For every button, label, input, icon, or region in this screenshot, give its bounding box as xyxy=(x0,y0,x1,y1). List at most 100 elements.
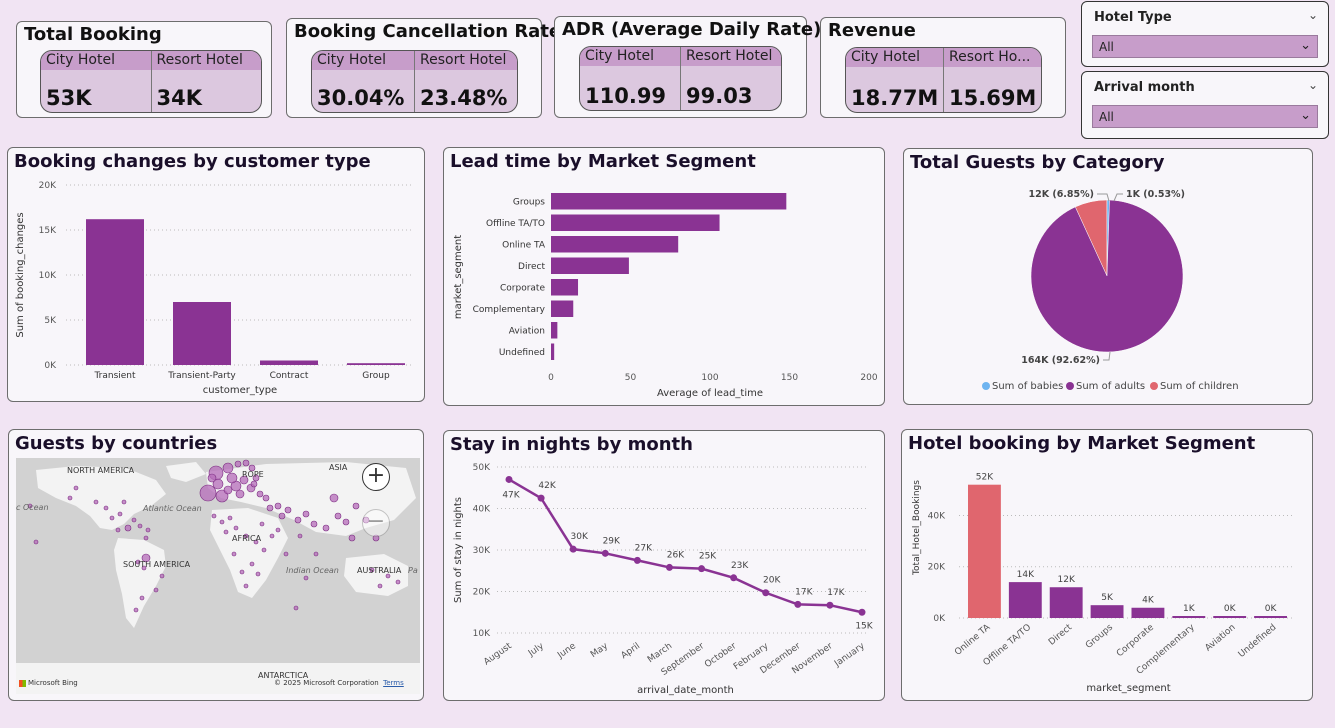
chevron-down-icon[interactable]: ⌄ xyxy=(1308,78,1318,92)
data-label: 29K xyxy=(603,536,621,546)
terms-link[interactable]: Terms xyxy=(383,679,404,687)
chevron-down-icon[interactable]: ⌄ xyxy=(1308,8,1318,22)
data-point xyxy=(569,545,577,553)
x-tick-label: 0 xyxy=(548,373,554,383)
kpi-value: 53K xyxy=(46,86,92,110)
data-label: 52K xyxy=(976,473,994,483)
country-bubble xyxy=(199,484,217,502)
zoom-out-button[interactable]: − xyxy=(362,509,390,537)
arrival-month-slicer[interactable]: Arrival month ⌄ All ⌄ xyxy=(1081,71,1329,139)
country-bubble xyxy=(278,512,286,520)
country-bubble xyxy=(73,485,79,491)
chevron-down-icon: ⌄ xyxy=(1300,108,1311,123)
x-tick-label: January xyxy=(832,641,867,670)
data-point xyxy=(505,475,513,483)
legend-label: Sum of adults xyxy=(1076,381,1145,392)
bar xyxy=(173,302,231,365)
kpi-col-header: Resort Hotel xyxy=(415,51,517,70)
guests-category-chart: 12K (6.85%) 1K (0.53%) 164K (92.62%) Sum of… xyxy=(982,189,1239,392)
data-label: 15K xyxy=(855,621,873,631)
bar xyxy=(260,360,318,365)
slicer-value: All xyxy=(1099,110,1114,124)
x-tick-label: July xyxy=(526,641,546,659)
x-tick-label: Undefined xyxy=(1237,623,1279,660)
map-label-north-america: NORTH AMERICA xyxy=(67,466,135,475)
kpi-title: Revenue xyxy=(828,20,916,41)
chevron-down-icon: ⌄ xyxy=(1300,38,1311,53)
map-ocean-right: Pa xyxy=(408,566,418,575)
data-label: 1K (0.53%) xyxy=(1126,189,1185,200)
y-tick-label: 40K xyxy=(928,511,946,521)
data-label: 20K xyxy=(763,576,781,586)
lead-time-chart: Groups Offline TA/TO Online TA Direct Corpor… xyxy=(453,193,878,399)
guests-map-panel: Guests by countries NORTH AMERICA ROPE A… xyxy=(8,429,424,701)
bar xyxy=(551,193,787,210)
country-bubble xyxy=(348,534,356,542)
bing-attribution: Microsoft Bing xyxy=(19,679,78,687)
x-tick-label: 150 xyxy=(781,373,798,383)
attribution-text: Microsoft Bing xyxy=(28,679,78,687)
zoom-in-button[interactable]: + xyxy=(362,463,390,491)
x-tick-label: Corporate xyxy=(1115,622,1156,659)
map-canvas xyxy=(16,459,420,694)
data-point xyxy=(601,549,609,557)
data-label: 4K xyxy=(1142,596,1155,606)
y-tick-label: 15K xyxy=(39,226,57,236)
continent-south-america xyxy=(114,538,166,628)
data-point xyxy=(665,563,673,571)
country-bubble xyxy=(329,493,339,503)
bar xyxy=(1090,605,1124,618)
country-bubble xyxy=(262,494,270,502)
hotel-type-slicer[interactable]: Hotel Type ⌄ All ⌄ xyxy=(1081,1,1329,67)
x-tick-label: 200 xyxy=(860,373,877,383)
legend-marker xyxy=(1150,382,1158,390)
y-tick-label: 10K xyxy=(39,271,57,281)
x-axis-label: customer_type xyxy=(203,385,277,396)
map-ocean-left: c Ocean xyxy=(16,503,49,512)
bar xyxy=(1213,616,1247,618)
legend-label: Sum of babies xyxy=(992,381,1063,392)
map-label-south-america: SOUTH AMERICA xyxy=(123,560,191,569)
country-bubble xyxy=(103,505,109,511)
bar xyxy=(551,300,574,317)
country-bubble xyxy=(283,551,289,557)
kpi-revenue: Revenue City Hotel 18.77M Resort Ho... 15.… xyxy=(820,17,1066,118)
data-label: 47K xyxy=(502,490,520,500)
panel-title: Guests by countries xyxy=(15,433,218,454)
country-bubble xyxy=(159,573,165,579)
country-bubble xyxy=(239,569,245,575)
arrival-month-dropdown[interactable]: All ⌄ xyxy=(1092,105,1318,128)
country-bubble xyxy=(250,480,258,488)
bing-logo-icon xyxy=(19,679,26,687)
country-bubble xyxy=(227,515,233,521)
slicer-title: Hotel Type xyxy=(1094,10,1172,25)
y-axis-label: Sum of stay in nights xyxy=(453,497,464,603)
country-bubble xyxy=(310,520,318,528)
world-map[interactable]: NORTH AMERICA ROPE ASIA AFRICA SOUTH AME… xyxy=(16,458,420,694)
data-point xyxy=(698,565,706,573)
kpi-col-header: Resort Hotel xyxy=(681,47,781,66)
kpi-value: 110.99 xyxy=(585,84,667,108)
country-bubble xyxy=(274,502,282,510)
y-tick-label: 20K xyxy=(39,181,57,191)
country-bubble xyxy=(223,529,229,535)
lead-time-panel: Lead time by Market Segment Groups Offlin… xyxy=(443,147,885,406)
country-bubble xyxy=(352,502,360,510)
slicer-title: Arrival month xyxy=(1094,80,1195,95)
y-tick-label: 50K xyxy=(473,463,491,473)
country-bubble xyxy=(223,485,233,495)
stay-nights-chart: 10K 20K 30K 40K 50K 47K August 42K July 30K June 29… xyxy=(453,463,874,696)
bar xyxy=(1131,607,1165,618)
y-tick-label: Aviation xyxy=(509,326,545,336)
hotel-type-dropdown[interactable]: All ⌄ xyxy=(1092,35,1318,58)
leader-line xyxy=(1113,193,1123,202)
country-bubble xyxy=(294,516,302,524)
kpi-col-header: Resort Ho... xyxy=(944,48,1041,67)
y-tick-label: 30K xyxy=(473,546,491,556)
x-tick-label: May xyxy=(589,641,611,660)
country-bubble xyxy=(121,499,127,505)
country-bubble xyxy=(211,513,217,519)
x-tick-label: April xyxy=(619,641,642,661)
map-ocean-indian: Indian Ocean xyxy=(286,566,339,575)
bar xyxy=(1049,587,1083,618)
